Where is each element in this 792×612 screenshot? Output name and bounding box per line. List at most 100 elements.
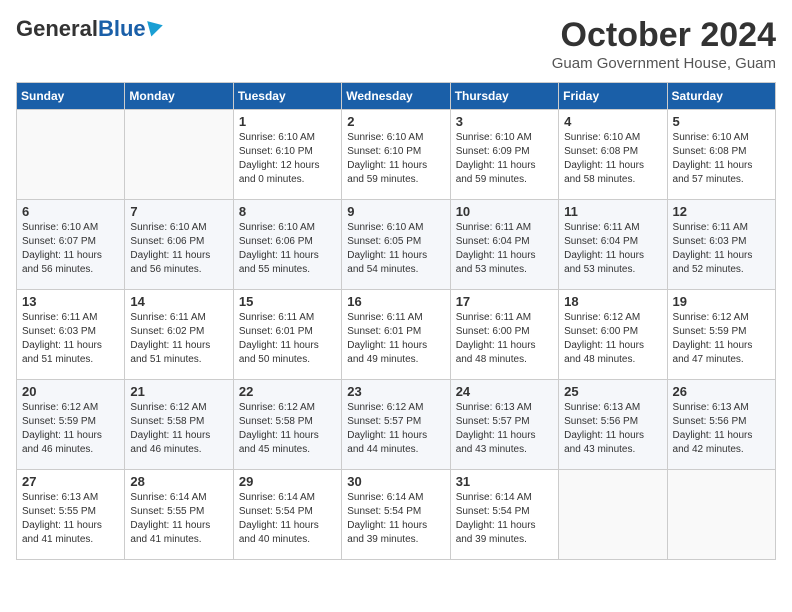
weekday-header-thursday: Thursday — [450, 83, 558, 110]
day-number: 21 — [130, 384, 227, 399]
cell-info: Sunrise: 6:14 AM Sunset: 5:54 PM Dayligh… — [456, 491, 553, 547]
calendar-cell: 5 Sunrise: 6:10 AM Sunset: 6:08 PM Daylig… — [667, 110, 775, 200]
day-number: 3 — [456, 114, 553, 129]
cell-info: Sunrise: 6:10 AM Sunset: 6:06 PM Dayligh… — [239, 221, 336, 277]
day-number: 17 — [456, 294, 553, 309]
day-number: 31 — [456, 474, 553, 489]
cell-info: Sunrise: 6:13 AM Sunset: 5:57 PM Dayligh… — [456, 401, 553, 457]
calendar-cell: 14 Sunrise: 6:11 AM Sunset: 6:02 PM Dayli… — [125, 290, 233, 380]
cell-info: Sunrise: 6:12 AM Sunset: 5:58 PM Dayligh… — [130, 401, 227, 457]
calendar-cell: 26 Sunrise: 6:13 AM Sunset: 5:56 PM Dayli… — [667, 380, 775, 470]
cell-info: Sunrise: 6:11 AM Sunset: 6:00 PM Dayligh… — [456, 311, 553, 367]
day-number: 27 — [22, 474, 119, 489]
cell-info: Sunrise: 6:14 AM Sunset: 5:54 PM Dayligh… — [239, 491, 336, 547]
weekday-header-friday: Friday — [559, 83, 667, 110]
cell-info: Sunrise: 6:10 AM Sunset: 6:10 PM Dayligh… — [347, 131, 444, 187]
cell-info: Sunrise: 6:12 AM Sunset: 5:57 PM Dayligh… — [347, 401, 444, 457]
cell-info: Sunrise: 6:13 AM Sunset: 5:56 PM Dayligh… — [673, 401, 770, 457]
cell-info: Sunrise: 6:10 AM Sunset: 6:07 PM Dayligh… — [22, 221, 119, 277]
cell-info: Sunrise: 6:10 AM Sunset: 6:10 PM Dayligh… — [239, 131, 336, 187]
calendar-header-row: SundayMondayTuesdayWednesdayThursdayFrid… — [17, 83, 776, 110]
cell-info: Sunrise: 6:10 AM Sunset: 6:08 PM Dayligh… — [673, 131, 770, 187]
cell-info: Sunrise: 6:12 AM Sunset: 5:58 PM Dayligh… — [239, 401, 336, 457]
cell-info: Sunrise: 6:11 AM Sunset: 6:04 PM Dayligh… — [564, 221, 661, 277]
logo-general-text: General — [16, 16, 98, 42]
cell-info: Sunrise: 6:11 AM Sunset: 6:01 PM Dayligh… — [347, 311, 444, 367]
day-number: 13 — [22, 294, 119, 309]
cell-info: Sunrise: 6:14 AM Sunset: 5:54 PM Dayligh… — [347, 491, 444, 547]
day-number: 4 — [564, 114, 661, 129]
day-number: 16 — [347, 294, 444, 309]
calendar-cell: 25Sunrise: 6:13 AM Sunset: 5:56 PM Dayli… — [559, 380, 667, 470]
day-number: 19 — [673, 294, 770, 309]
day-number: 26 — [673, 384, 770, 399]
weekday-header-saturday: Saturday — [667, 83, 775, 110]
calendar-cell: 31 Sunrise: 6:14 AM Sunset: 5:54 PM Dayli… — [450, 470, 558, 560]
calendar-cell: 7 Sunrise: 6:10 AM Sunset: 6:06 PM Daylig… — [125, 200, 233, 290]
day-number: 2 — [347, 114, 444, 129]
weekday-header-wednesday: Wednesday — [342, 83, 450, 110]
cell-info: Sunrise: 6:13 AM Sunset: 5:55 PM Dayligh… — [22, 491, 119, 547]
cell-info: Sunrise: 6:14 AM Sunset: 5:55 PM Dayligh… — [130, 491, 227, 547]
cell-info: Sunrise: 6:11 AM Sunset: 6:03 PM Dayligh… — [22, 311, 119, 367]
day-number: 23 — [347, 384, 444, 399]
calendar-cell: 22Sunrise: 6:12 AM Sunset: 5:58 PM Dayli… — [233, 380, 341, 470]
weekday-header-sunday: Sunday — [17, 83, 125, 110]
cell-info: Sunrise: 6:13 AM Sunset: 5:56 PM Dayligh… — [564, 401, 661, 457]
calendar-cell: 16 Sunrise: 6:11 AM Sunset: 6:01 PM Dayli… — [342, 290, 450, 380]
calendar-cell — [125, 110, 233, 200]
calendar-cell: 1 Sunrise: 6:10 AM Sunset: 6:10 PM Daylig… — [233, 110, 341, 200]
cell-info: Sunrise: 6:11 AM Sunset: 6:03 PM Dayligh… — [673, 221, 770, 277]
day-number: 10 — [456, 204, 553, 219]
day-number: 8 — [239, 204, 336, 219]
day-number: 1 — [239, 114, 336, 129]
cell-info: Sunrise: 6:11 AM Sunset: 6:04 PM Dayligh… — [456, 221, 553, 277]
calendar-cell — [17, 110, 125, 200]
calendar-cell: 3 Sunrise: 6:10 AM Sunset: 6:09 PM Daylig… — [450, 110, 558, 200]
calendar-cell: 27 Sunrise: 6:13 AM Sunset: 5:55 PM Dayli… — [17, 470, 125, 560]
calendar-cell: 29 Sunrise: 6:14 AM Sunset: 5:54 PM Dayli… — [233, 470, 341, 560]
title-section: October 2024 Guam Government House, Guam — [552, 16, 776, 72]
calendar-cell: 11Sunrise: 6:11 AM Sunset: 6:04 PM Dayli… — [559, 200, 667, 290]
day-number: 9 — [347, 204, 444, 219]
cell-info: Sunrise: 6:12 AM Sunset: 5:59 PM Dayligh… — [22, 401, 119, 457]
cell-info: Sunrise: 6:12 AM Sunset: 6:00 PM Dayligh… — [564, 311, 661, 367]
page-header: General Blue October 2024 Guam Governmen… — [16, 16, 776, 72]
calendar-week-row: 20Sunrise: 6:12 AM Sunset: 5:59 PM Dayli… — [17, 380, 776, 470]
calendar-body: 1 Sunrise: 6:10 AM Sunset: 6:10 PM Daylig… — [17, 110, 776, 560]
day-number: 5 — [673, 114, 770, 129]
cell-info: Sunrise: 6:10 AM Sunset: 6:06 PM Dayligh… — [130, 221, 227, 277]
calendar-cell: 2 Sunrise: 6:10 AM Sunset: 6:10 PM Daylig… — [342, 110, 450, 200]
calendar-cell: 18 Sunrise: 6:12 AM Sunset: 6:00 PM Dayli… — [559, 290, 667, 380]
day-number: 30 — [347, 474, 444, 489]
calendar-cell: 15Sunrise: 6:11 AM Sunset: 6:01 PM Dayli… — [233, 290, 341, 380]
calendar-cell: 12Sunrise: 6:11 AM Sunset: 6:03 PM Dayli… — [667, 200, 775, 290]
day-number: 15 — [239, 294, 336, 309]
calendar-cell: 9 Sunrise: 6:10 AM Sunset: 6:05 PM Daylig… — [342, 200, 450, 290]
day-number: 14 — [130, 294, 227, 309]
calendar-week-row: 1 Sunrise: 6:10 AM Sunset: 6:10 PM Daylig… — [17, 110, 776, 200]
day-number: 7 — [130, 204, 227, 219]
cell-info: Sunrise: 6:10 AM Sunset: 6:05 PM Dayligh… — [347, 221, 444, 277]
cell-info: Sunrise: 6:10 AM Sunset: 6:09 PM Dayligh… — [456, 131, 553, 187]
calendar-cell: 28Sunrise: 6:14 AM Sunset: 5:55 PM Dayli… — [125, 470, 233, 560]
cell-info: Sunrise: 6:11 AM Sunset: 6:02 PM Dayligh… — [130, 311, 227, 367]
calendar-cell: 8 Sunrise: 6:10 AM Sunset: 6:06 PM Daylig… — [233, 200, 341, 290]
logo: General Blue — [16, 16, 163, 42]
calendar-table: SundayMondayTuesdayWednesdayThursdayFrid… — [16, 82, 776, 560]
day-number: 6 — [22, 204, 119, 219]
calendar-cell: 20Sunrise: 6:12 AM Sunset: 5:59 PM Dayli… — [17, 380, 125, 470]
calendar-cell — [667, 470, 775, 560]
logo-arrow-icon — [147, 17, 165, 36]
day-number: 29 — [239, 474, 336, 489]
calendar-cell: 4Sunrise: 6:10 AM Sunset: 6:08 PM Daylig… — [559, 110, 667, 200]
cell-info: Sunrise: 6:12 AM Sunset: 5:59 PM Dayligh… — [673, 311, 770, 367]
calendar-cell: 30 Sunrise: 6:14 AM Sunset: 5:54 PM Dayli… — [342, 470, 450, 560]
calendar-week-row: 13 Sunrise: 6:11 AM Sunset: 6:03 PM Dayli… — [17, 290, 776, 380]
calendar-cell: 10 Sunrise: 6:11 AM Sunset: 6:04 PM Dayli… — [450, 200, 558, 290]
calendar-week-row: 27 Sunrise: 6:13 AM Sunset: 5:55 PM Dayli… — [17, 470, 776, 560]
day-number: 18 — [564, 294, 661, 309]
calendar-cell — [559, 470, 667, 560]
logo-blue-text: Blue — [98, 16, 146, 42]
calendar-cell: 23 Sunrise: 6:12 AM Sunset: 5:57 PM Dayli… — [342, 380, 450, 470]
